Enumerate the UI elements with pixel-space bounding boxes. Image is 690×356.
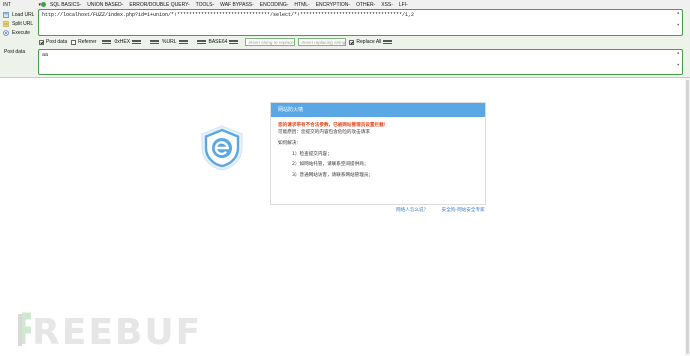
menu-waf-bypass[interactable]: WAF BYPASS- [220, 2, 254, 8]
replacing-string-input[interactable]: Insert replacing string [298, 38, 347, 46]
page-scrollbar-thumb[interactable] [686, 80, 689, 354]
waf-body: 您的请求带有不合法参数，已被网站管理员设置拦截！ 可能原因：您提交的内容包含危险… [271, 117, 485, 189]
hex-encoder[interactable]: 0xHEX [100, 39, 144, 45]
footer-link-what-people-say[interactable]: 网络人怎么说？ [396, 208, 428, 213]
hackbar-options: Post data Referrer 0xHEX %URL BASE64 Ins… [39, 37, 399, 47]
waf-step: 3）普通网站访客，请联系网站管理员； [292, 172, 374, 178]
referrer-option[interactable]: Referrer [71, 39, 96, 45]
url-value: http://localhost/FUZZ/index.php?id=1+uni… [42, 12, 415, 18]
menu-lfi[interactable]: LFI- [399, 2, 408, 8]
page-scrollbar[interactable] [685, 78, 690, 356]
swap-arrows-icon [178, 40, 188, 44]
post-scroll-arrows[interactable]: ▲ ▼ [677, 51, 681, 69]
footer-link-safedog[interactable]: 安全狗-网站安全专家 [442, 208, 485, 213]
url-encoder[interactable]: %URL [148, 39, 190, 45]
hackbar-actions: Load URL Split URL Execute [3, 10, 35, 37]
menu-html[interactable]: HTML- [294, 2, 309, 8]
split-url-icon [3, 20, 9, 27]
menu-error-double-query[interactable]: ERROR/DOUBLE QUERY- [129, 2, 189, 8]
swap-arrows-icon [102, 40, 112, 44]
base64-label: BASE64 [208, 39, 228, 45]
hackbar-separator [0, 77, 690, 78]
load-url-button[interactable]: Load URL [3, 10, 35, 19]
freebuf-watermark: REEBUF [18, 312, 213, 353]
status-dot-icon [41, 2, 46, 7]
split-url-button[interactable]: Split URL [3, 19, 35, 28]
execute-icon [3, 29, 9, 36]
waf-steps-list: 1）检查提交内容； 2）如网站托管，请联系空间提供商； 3）普通网站访客，请联系… [278, 152, 478, 180]
replace-string-input[interactable]: Insert string to replace [245, 38, 296, 46]
replace-all-option[interactable]: Replace All [349, 39, 395, 45]
split-url-label: Split URL [12, 20, 34, 27]
menu-encoding[interactable]: ENCODING- [260, 2, 289, 8]
waf-header: 网站防火墙 [271, 103, 485, 117]
int-dropdown[interactable]: INT ▾ [3, 2, 41, 8]
menu-encryption[interactable]: ENCRYPTION- [316, 2, 350, 8]
post-data-textarea[interactable]: aa ▲ ▼ [38, 49, 683, 75]
shield-logo-icon [198, 124, 246, 172]
replace-all-checkbox[interactable] [349, 39, 355, 45]
post-data-option[interactable]: Post data [39, 39, 67, 45]
waf-step: 1）检查提交内容； [292, 151, 332, 157]
menu-other[interactable]: OTHER- [356, 2, 375, 8]
url-encode-label: %URL [162, 39, 177, 45]
post-data-checkbox[interactable] [39, 39, 44, 45]
menu-xss[interactable]: XSS- [381, 2, 393, 8]
replace-all-label: Replace All [356, 39, 382, 45]
post-data-label: Post data [4, 49, 26, 55]
svg-text:REEBUF: REEBUF [32, 312, 202, 348]
execute-button[interactable]: Execute [3, 28, 35, 37]
int-label: INT [3, 1, 12, 8]
waf-reason-text: 可能原因：您提交的内容包含危险的攻击请求 [278, 129, 370, 135]
load-url-label: Load URL [12, 11, 35, 18]
base64-encoder[interactable]: BASE64 [195, 39, 242, 45]
hex-label: 0xHEX [114, 39, 131, 45]
swap-arrows-icon [150, 40, 160, 44]
load-url-icon [3, 11, 9, 18]
waf-step: 2）如网站托管，请联系空间提供商； [292, 162, 369, 167]
post-data-value: aa [42, 52, 49, 58]
hackbar-panel: Load URL Split URL Execute http://localh… [0, 9, 690, 77]
swap-arrows-icon [229, 40, 239, 44]
execute-label: Execute [12, 29, 31, 36]
waf-footer: 网络人怎么说？ 安全狗-网站安全专家 [396, 207, 497, 213]
url-textarea[interactable]: http://localhost/FUZZ/index.php?id=1+uni… [38, 9, 683, 36]
menu-tools[interactable]: TOOLS- [196, 2, 215, 8]
post-data-checkbox-label: Post data [46, 39, 68, 45]
url-scroll-arrows[interactable]: ▲ ▼ [677, 11, 681, 29]
referrer-checkbox-label: Referrer [78, 39, 97, 45]
menu-sql-basics[interactable]: SQL BASICS- [50, 2, 81, 8]
menu-union-based[interactable]: UNION BASED- [87, 2, 123, 8]
waf-block-card: 网站防火墙 您的请求带有不合法参数，已被网站管理员设置拦截！ 可能原因：您提交的… [270, 102, 486, 205]
swap-arrows-icon [132, 40, 142, 44]
referrer-checkbox[interactable] [71, 39, 77, 45]
swap-arrows-icon [196, 40, 206, 44]
waf-howto-text: 如何解决： [278, 141, 301, 146]
swap-arrows-icon [383, 40, 393, 44]
